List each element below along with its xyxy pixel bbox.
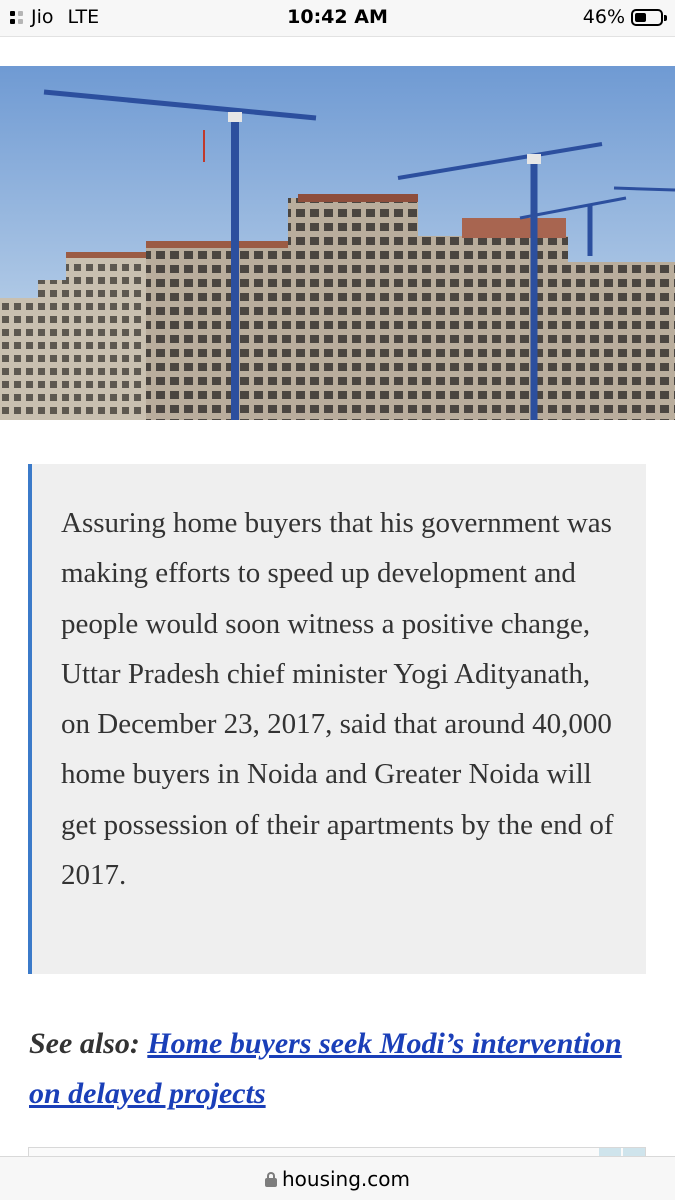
construction-photo [0, 66, 675, 420]
top-spacer [0, 36, 675, 66]
blockquote-text: Assuring home buyers that his government… [61, 507, 614, 892]
battery-percent: 46% [582, 6, 625, 28]
lock-icon [264, 1172, 277, 1187]
see-also-section: See also: Home buyers seek Modi’s interv… [29, 1019, 629, 1119]
battery-icon [631, 8, 667, 26]
url-text[interactable]: housing.com [282, 1167, 410, 1191]
address-bar[interactable]: housing.com [0, 1156, 675, 1200]
hero-image [0, 66, 675, 420]
status-right: 46% [582, 6, 667, 28]
article-blockquote: Assuring home buyers that his government… [28, 464, 646, 974]
clock: 10:42 AM [287, 6, 388, 28]
status-bar: Jio LTE 10:42 AM 46% [0, 0, 675, 36]
see-also-label: See also: [29, 1027, 140, 1060]
